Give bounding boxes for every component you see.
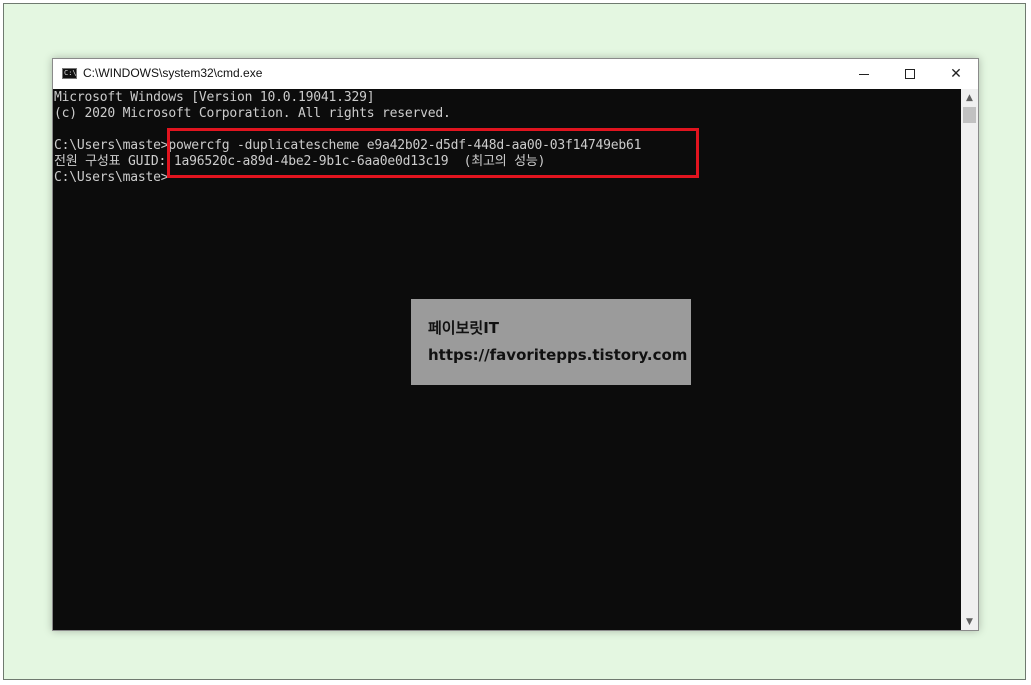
highlight-box (167, 128, 699, 178)
scroll-up-button[interactable]: ▲ (961, 89, 978, 106)
console-line-version: Microsoft Windows [Version 10.0.19041.32… (54, 90, 375, 105)
scroll-thumb[interactable] (963, 107, 976, 123)
maximize-button[interactable] (887, 59, 933, 89)
screenshot-frame: C:\ C:\WINDOWS\system32\cmd.exe ✕ Micros… (3, 3, 1026, 680)
scroll-down-button[interactable]: ▼ (961, 613, 978, 630)
close-button[interactable]: ✕ (933, 59, 979, 89)
minimize-icon (859, 73, 869, 75)
maximize-icon (905, 69, 915, 79)
watermark-url: https://favoritepps.tistory.com (428, 346, 688, 364)
watermark-name: 페이보릿IT (428, 319, 500, 337)
cmd-icon[interactable]: C:\ (62, 68, 77, 79)
minimize-button[interactable] (841, 59, 887, 89)
window-title: C:\WINDOWS\system32\cmd.exe (83, 66, 263, 80)
chevron-down-icon: ▼ (966, 616, 973, 627)
vertical-scrollbar[interactable]: ▲ ▼ (961, 89, 978, 630)
close-icon: ✕ (950, 66, 962, 82)
console-line-prompt: C:\Users\maste> (54, 170, 169, 185)
chevron-up-icon: ▲ (966, 92, 973, 103)
watermark: 페이보릿IT https://favoritepps.tistory.com (411, 299, 691, 385)
console-line-copyright: (c) 2020 Microsoft Corporation. All righ… (54, 106, 451, 121)
title-bar[interactable]: C:\ C:\WINDOWS\system32\cmd.exe ✕ (53, 59, 978, 89)
